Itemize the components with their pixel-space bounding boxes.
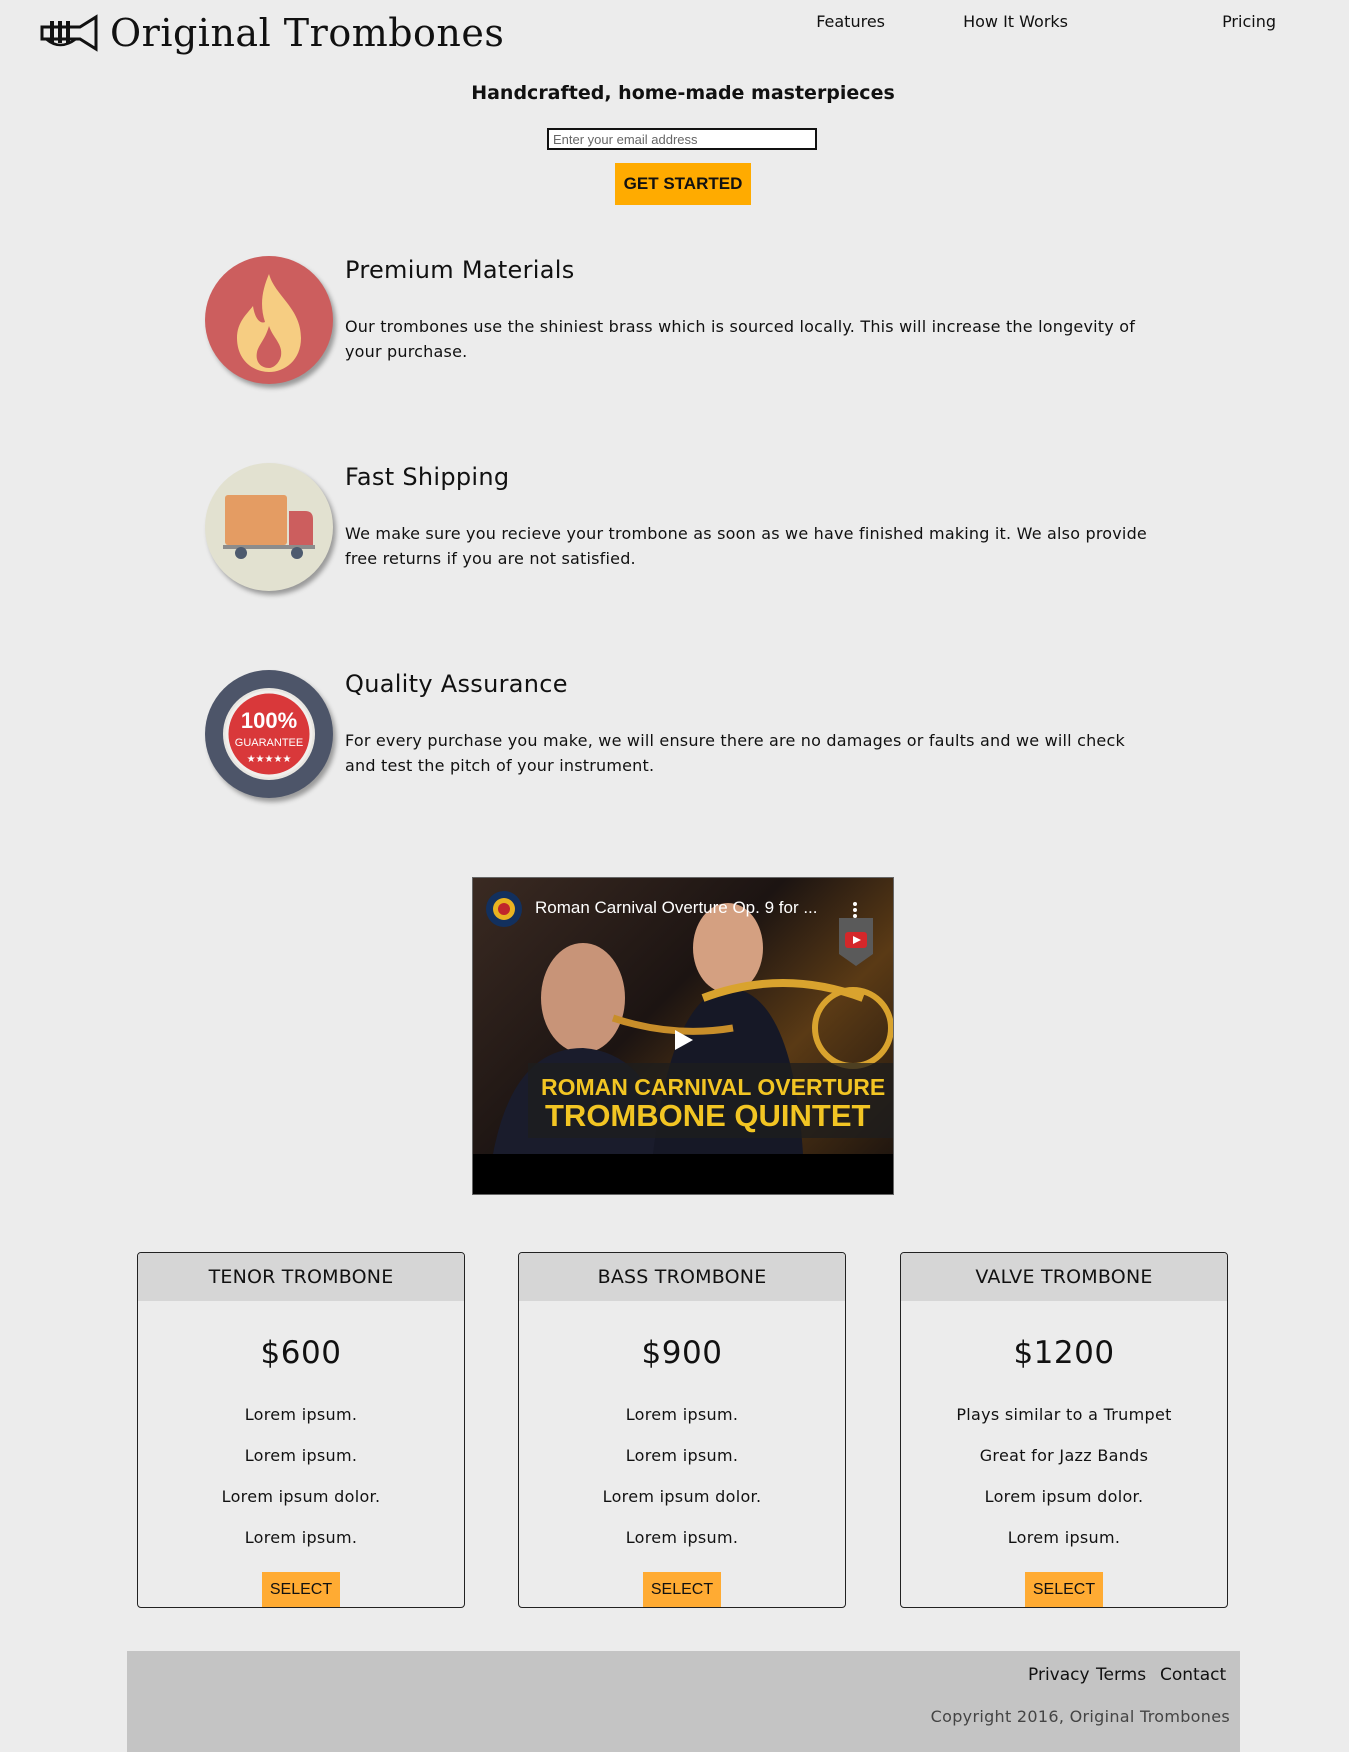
feature-title: Fast Shipping	[345, 463, 510, 491]
pricing-feature: Lorem ipsum.	[1007, 1528, 1121, 1547]
pricing-card-title: TENOR TROMBONE	[138, 1253, 464, 1301]
footer-link-terms[interactable]: Terms	[1096, 1665, 1146, 1685]
video-caption-line1: ROMAN CARNIVAL OVERTURE	[541, 1074, 886, 1100]
video-player[interactable]: Roman Carnival Overture Op. 9 for ... RO…	[472, 877, 894, 1195]
email-input[interactable]	[547, 128, 817, 150]
feature-fast-shipping: Fast Shipping We make sure you recieve y…	[205, 463, 1155, 603]
more-options-icon[interactable]	[853, 902, 857, 918]
footer-link-privacy[interactable]: Privacy	[1028, 1665, 1090, 1685]
badge-percent: 100%	[241, 708, 297, 733]
pricing-card-tenor: TENOR TROMBONE $600 Lorem ipsum. Lorem i…	[137, 1252, 465, 1608]
pricing-card-bass: BASS TROMBONE $900 Lorem ipsum. Lorem ip…	[518, 1252, 846, 1608]
footer-link-contact[interactable]: Contact	[1160, 1665, 1226, 1685]
select-bass-button[interactable]: SELECT	[643, 1572, 721, 1607]
pricing-feature: Lorem ipsum.	[244, 1446, 358, 1465]
pricing-feature: Lorem ipsum.	[244, 1528, 358, 1547]
feature-text: For every purchase you make, we will ens…	[345, 731, 1125, 775]
pricing-card-valve: VALVE TROMBONE $1200 Plays similar to a …	[900, 1252, 1228, 1608]
select-valve-button[interactable]: SELECT	[1025, 1572, 1103, 1607]
pricing-card-title: BASS TROMBONE	[519, 1253, 845, 1301]
youtube-logo-icon[interactable]	[839, 918, 873, 966]
pricing-feature: Lorem ipsum.	[625, 1446, 739, 1465]
feature-title: Quality Assurance	[345, 670, 568, 698]
badge-label: GUARANTEE	[235, 737, 303, 749]
nav-link-how-it-works[interactable]: How It Works	[963, 12, 1068, 31]
pricing-feature: Lorem ipsum dolor.	[984, 1487, 1144, 1506]
trumpet-icon	[40, 14, 98, 52]
nav-link-pricing[interactable]: Pricing	[1222, 12, 1276, 31]
feature-title: Premium Materials	[345, 256, 575, 284]
logo-text: Original Trombones	[110, 11, 505, 55]
pricing-feature: Plays similar to a Trumpet	[956, 1405, 1172, 1424]
pricing-card-title: VALVE TROMBONE	[901, 1253, 1227, 1301]
video-title[interactable]: Roman Carnival Overture Op. 9 for ...	[535, 898, 818, 918]
hero-title: Handcrafted, home-made masterpieces	[471, 82, 895, 104]
logo[interactable]: Original Trombones	[40, 8, 504, 58]
pricing-feature: Lorem ipsum.	[625, 1528, 739, 1547]
badge-stars: ★★★★★	[247, 754, 292, 765]
guarantee-badge-icon: 100% GUARANTEE ★★★★★	[205, 670, 333, 798]
get-started-button[interactable]: GET STARTED	[615, 163, 751, 205]
feature-text: We make sure you recieve your trombone a…	[345, 524, 1147, 568]
pricing-feature: Lorem ipsum dolor.	[221, 1487, 381, 1506]
pricing-feature: Lorem ipsum.	[244, 1405, 358, 1424]
pricing-card-price: $600	[260, 1335, 342, 1371]
flame-icon	[205, 256, 333, 384]
select-tenor-button[interactable]: SELECT	[262, 1572, 340, 1607]
copyright-text: Copyright 2016, Original Trombones	[930, 1707, 1230, 1726]
pricing-card-price: $900	[641, 1335, 723, 1371]
pricing-feature: Lorem ipsum.	[625, 1405, 739, 1424]
nav-link-features[interactable]: Features	[816, 12, 885, 31]
pricing-feature: Lorem ipsum dolor.	[602, 1487, 762, 1506]
truck-icon	[205, 463, 333, 591]
feature-text: Our trombones use the shiniest brass whi…	[345, 317, 1136, 361]
pricing-card-price: $1200	[1013, 1335, 1115, 1371]
play-icon[interactable]	[673, 1028, 695, 1052]
footer: Privacy Terms Contact Copyright 2016, Or…	[127, 1651, 1240, 1752]
feature-premium-materials: Premium Materials Our trombones use the …	[205, 256, 1155, 396]
channel-avatar-icon	[486, 891, 522, 927]
video-caption-line2: TROMBONE QUINTET	[545, 1098, 871, 1133]
feature-quality-assurance: 100% GUARANTEE ★★★★★ Quality Assurance F…	[205, 670, 1155, 810]
pricing-feature: Great for Jazz Bands	[979, 1446, 1149, 1465]
